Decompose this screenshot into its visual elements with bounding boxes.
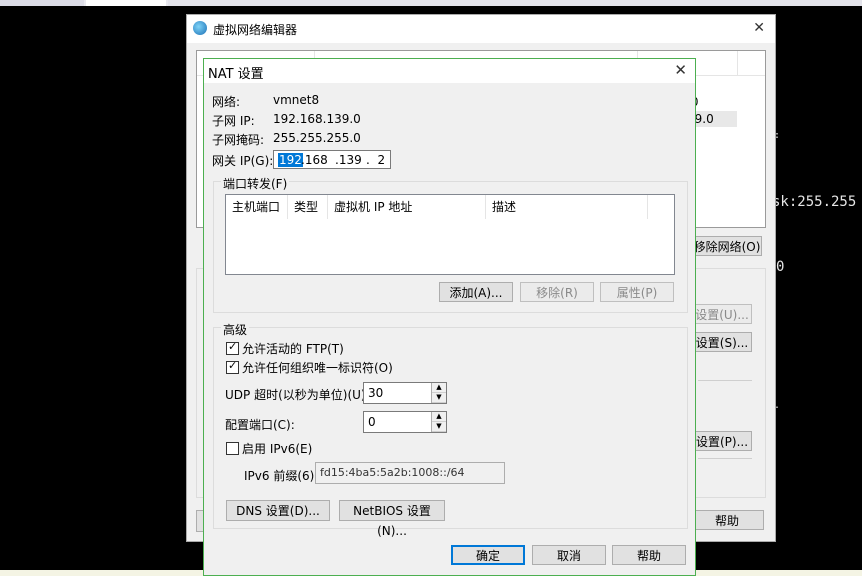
ipv6-prefix-field[interactable]: fd15:4ba5:5a2b:1008::/64 xyxy=(315,462,505,484)
gateway-octet-3[interactable]: .139 xyxy=(335,153,362,167)
subnet-ip-value: 192.168.139.0 xyxy=(273,112,361,126)
network-globe-icon xyxy=(193,21,207,35)
port-forwarding-label: 端口转发(F) xyxy=(221,175,290,192)
allow-oui-label[interactable]: 允许任何组织唯一标识符(O) xyxy=(242,359,393,376)
column-header-description[interactable]: 描述 xyxy=(486,195,648,219)
ipv6-prefix-label: IPv6 前缀(6): xyxy=(244,469,319,483)
gateway-ip-field[interactable]: 192 .168 .139 . 2 xyxy=(273,150,391,169)
gateway-octet-1[interactable]: 192 xyxy=(278,153,303,167)
network-label: 网络: xyxy=(212,95,241,109)
taskbar-strip xyxy=(0,0,862,6)
strip-segment xyxy=(86,0,166,6)
nat-settings-dialog: NAT 设置 ✕ 网络: vmnet8 子网 IP: 192.168.139.0… xyxy=(203,58,696,576)
dns-settings-button[interactable]: DNS 设置(D)... xyxy=(226,500,330,521)
column-header-type[interactable]: 类型 xyxy=(288,195,328,219)
ok-button[interactable]: 确定 xyxy=(451,545,525,565)
udp-timeout-label: UDP 超时(以秒为单位)(U): xyxy=(225,388,370,402)
terminal-text: sk:255.255 xyxy=(772,194,857,210)
settings-p-button[interactable]: 设置(P)... xyxy=(692,431,752,451)
subnet-ip-label: 子网 IP: xyxy=(212,114,255,128)
help-button[interactable]: 帮助 xyxy=(612,545,686,565)
window-title: 虚拟网络编辑器 xyxy=(213,23,298,37)
network-value: vmnet8 xyxy=(273,93,320,107)
config-port-label: 配置端口(C): xyxy=(225,418,295,432)
strip-segment xyxy=(168,0,862,6)
chevron-down-icon[interactable]: ▼ xyxy=(432,422,446,432)
config-port-stepper[interactable]: 0 ▲ ▼ xyxy=(363,411,447,433)
title-bar: NAT 设置 ✕ xyxy=(204,59,695,83)
column-header-host-port[interactable]: 主机端口 xyxy=(226,195,288,219)
title-bar: 虚拟网络编辑器 ✕ xyxy=(187,15,775,43)
udp-timeout-stepper[interactable]: 30 ▲ ▼ xyxy=(363,382,447,404)
separator xyxy=(698,380,752,381)
enable-ipv6-label[interactable]: 启用 IPv6(E) xyxy=(242,440,312,457)
enable-ipv6-checkbox[interactable] xyxy=(226,442,239,455)
gateway-octet-4[interactable]: . 2 xyxy=(366,153,385,167)
settings-s-button[interactable]: 设置(S)... xyxy=(692,332,752,352)
ipv6-prefix-value: fd15:4ba5:5a2b:1008::/64 xyxy=(320,466,465,479)
subnet-mask-label: 子网掩码: xyxy=(212,133,265,147)
advanced-label: 高级 xyxy=(221,321,250,338)
netbios-settings-button[interactable]: NetBIOS 设置(N)... xyxy=(339,500,445,538)
column-divider xyxy=(737,51,738,75)
check-icon: ✓ xyxy=(228,359,238,372)
add-button[interactable]: 添加(A)... xyxy=(439,282,513,302)
column-header-vm-ip[interactable]: 虚拟机 IP 地址 xyxy=(328,195,486,219)
allow-oui-checkbox[interactable]: ✓ xyxy=(226,359,239,374)
spin-buttons[interactable]: ▲ ▼ xyxy=(431,412,446,432)
strip-segment xyxy=(0,0,84,6)
subnet-mask-value: 255.255.255.0 xyxy=(273,131,361,145)
gateway-octet-2[interactable]: .168 xyxy=(301,153,328,167)
cancel-button[interactable]: 取消 xyxy=(532,545,606,565)
gateway-ip-label: 网关 IP(G): xyxy=(212,154,274,168)
allow-ftp-checkbox[interactable]: ✓ xyxy=(226,340,239,355)
close-icon[interactable]: ✕ xyxy=(753,20,765,36)
chevron-up-icon[interactable]: ▲ xyxy=(432,383,446,393)
terminal-text: 0 xyxy=(776,259,785,275)
settings-u-button[interactable]: 设置(U)... xyxy=(692,304,752,324)
spin-buttons[interactable]: ▲ ▼ xyxy=(431,383,446,403)
udp-timeout-value[interactable]: 30 xyxy=(368,386,383,400)
remove-button[interactable]: 移除(R) xyxy=(520,282,594,302)
close-icon[interactable]: ✕ xyxy=(674,61,687,79)
dialog-title: NAT 设置 xyxy=(208,67,264,82)
chevron-down-icon[interactable]: ▼ xyxy=(432,393,446,403)
properties-button[interactable]: 属性(P) xyxy=(600,282,674,302)
allow-ftp-label[interactable]: 允许活动的 FTP(T) xyxy=(242,340,344,357)
config-port-value[interactable]: 0 xyxy=(368,415,376,429)
table-header: 主机端口 类型 虚拟机 IP 地址 描述 xyxy=(226,195,674,219)
bg-help-button[interactable]: 帮助 xyxy=(690,510,764,530)
separator xyxy=(698,458,752,459)
port-forwarding-table[interactable]: 主机端口 类型 虚拟机 IP 地址 描述 xyxy=(225,194,675,275)
remove-network-button[interactable]: 移除网络(O) xyxy=(692,236,762,256)
check-icon: ✓ xyxy=(228,340,238,353)
chevron-up-icon[interactable]: ▲ xyxy=(432,412,446,422)
